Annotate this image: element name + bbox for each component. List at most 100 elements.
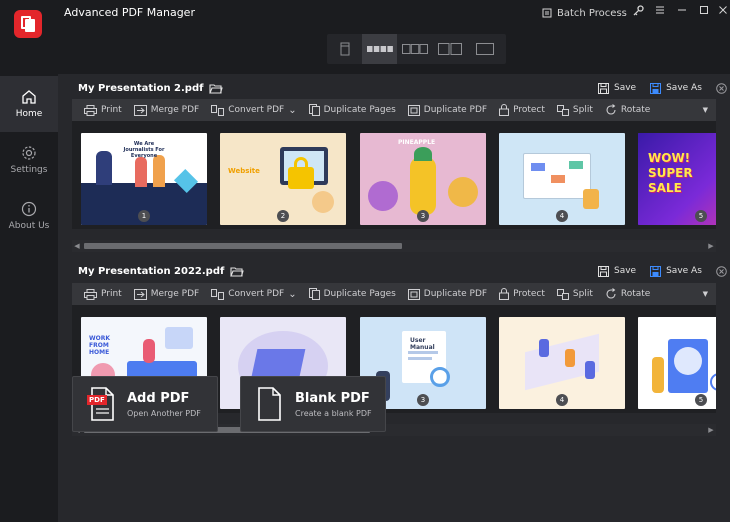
merge-pdf-button[interactable]: Merge PDF	[122, 283, 199, 305]
sidebar-item-settings[interactable]: Settings	[0, 132, 58, 188]
page-thumbnail[interactable]: PINEAPPLE 3	[360, 133, 486, 225]
app-title: Advanced PDF Manager	[64, 6, 195, 19]
view-double-button[interactable]	[432, 34, 467, 64]
save-button[interactable]: Save	[598, 265, 636, 277]
scrollbar-thumb[interactable]	[84, 243, 402, 249]
wide-view-icon	[475, 43, 494, 55]
protect-label: Protect	[513, 289, 545, 299]
pdf-file-icon: PDF	[87, 387, 115, 421]
chevron-down-icon: ⌄	[288, 104, 297, 116]
close-document-icon[interactable]	[716, 82, 727, 94]
close-document-icon[interactable]	[716, 265, 727, 277]
print-label: Print	[101, 289, 122, 299]
page-thumbnail[interactable]: 4	[499, 317, 625, 409]
triple-view-icon	[401, 44, 428, 54]
scroll-right-icon[interactable]: ▶	[706, 424, 716, 436]
merge-pdf-button[interactable]: Merge PDF	[122, 99, 199, 121]
page-thumbnail[interactable]: Website 2	[220, 133, 346, 225]
page-strip: We Are Journalists For Everyone 1 Websit…	[72, 121, 716, 229]
toolbar-more-dropdown[interactable]: ▼	[691, 283, 716, 305]
document-actions: Save Save As	[598, 79, 727, 97]
blank-pdf-button[interactable]: Blank PDF Create a blank PDF	[240, 376, 386, 432]
page-thumbnail[interactable]: 4	[499, 133, 625, 225]
page-strip-scrollbar[interactable]: ◀ ▶	[72, 240, 716, 252]
page-thumbnail[interactable]: WOW! SUPER SALE 5	[638, 133, 716, 225]
info-icon	[21, 201, 37, 217]
view-wide-button[interactable]	[467, 34, 502, 64]
save-as-button[interactable]: Save As	[650, 82, 702, 94]
page-number-badge: 4	[556, 210, 568, 222]
sidebar-item-label: About Us	[8, 221, 50, 231]
split-icon	[556, 104, 569, 116]
rotate-label: Rotate	[620, 289, 651, 299]
split-button[interactable]: Split	[545, 283, 593, 305]
protect-label: Protect	[513, 105, 545, 115]
add-pdf-button[interactable]: PDF Add PDF Open Another PDF	[72, 376, 218, 432]
print-button[interactable]: Print	[72, 283, 122, 305]
document-header: My Presentation 2022.pdf	[78, 262, 245, 280]
duplicate-pdf-button[interactable]: Duplicate PDF	[396, 283, 487, 305]
convert-pdf-dropdown[interactable]: Convert PDF ⌄	[199, 283, 297, 305]
maximize-icon[interactable]	[697, 5, 711, 19]
home-icon	[22, 90, 36, 104]
rotate-icon	[606, 104, 616, 115]
view-single-button[interactable]	[327, 34, 362, 64]
convert-label: Convert PDF	[228, 289, 285, 299]
batch-process-label: Batch Process	[557, 7, 627, 19]
duplicate-pages-button[interactable]: Duplicate Pages	[297, 283, 396, 305]
duplicate-pdf-icon	[407, 288, 420, 300]
close-icon[interactable]	[716, 5, 730, 19]
double-view-icon	[437, 43, 462, 55]
document-actions: Save Save As	[598, 262, 727, 280]
save-button[interactable]: Save	[598, 82, 636, 94]
protect-button[interactable]: Protect	[487, 283, 545, 305]
scroll-right-icon[interactable]: ▶	[706, 240, 716, 252]
duplicate-pdf-button[interactable]: Duplicate PDF	[396, 99, 487, 121]
batch-icon	[542, 8, 552, 18]
save-as-icon	[650, 82, 662, 94]
caret-down-icon: ▼	[702, 106, 708, 114]
page-thumbnail[interactable]: 5	[638, 317, 716, 409]
sidebar-item-home[interactable]: Home	[0, 76, 58, 132]
open-folder-icon[interactable]	[209, 83, 224, 94]
scroll-left-icon[interactable]: ◀	[72, 240, 82, 252]
convert-icon	[211, 288, 225, 300]
page-heading: We Are Journalists For Everyone	[123, 141, 165, 159]
duplicate-pages-label: Duplicate Pages	[323, 289, 396, 299]
save-icon	[598, 82, 609, 94]
blank-file-icon	[255, 387, 283, 421]
add-pdf-subtitle: Open Another PDF	[127, 408, 201, 418]
duplicate-pages-button[interactable]: Duplicate Pages	[297, 99, 396, 121]
view-strip-button[interactable]	[362, 34, 397, 64]
page-thumbnail[interactable]: We Are Journalists For Everyone 1	[81, 133, 207, 225]
protect-button[interactable]: Protect	[487, 99, 545, 121]
split-button[interactable]: Split	[545, 99, 593, 121]
sidebar-item-label: Settings	[10, 165, 48, 175]
rotate-button[interactable]: Rotate	[593, 283, 650, 305]
print-button[interactable]: Print	[72, 99, 122, 121]
document-toolbar: Print Merge PDF Convert PDF ⌄ Duplicate …	[72, 283, 716, 305]
menu-icon[interactable]	[653, 5, 667, 19]
document-header: My Presentation 2.pdf	[78, 79, 224, 97]
toolbar-more-dropdown[interactable]: ▼	[691, 99, 716, 121]
split-icon	[556, 288, 569, 300]
page-heading: User Manual	[410, 337, 435, 351]
add-pdf-title: Add PDF	[127, 390, 190, 406]
view-triple-button[interactable]	[397, 34, 432, 64]
batch-process-button[interactable]: Batch Process	[542, 5, 627, 21]
key-icon[interactable]	[631, 5, 645, 19]
save-as-button[interactable]: Save As	[650, 265, 702, 277]
print-label: Print	[101, 105, 122, 115]
minimize-icon[interactable]	[675, 5, 689, 19]
page-number-badge: 3	[417, 210, 429, 222]
title-bar: Advanced PDF Manager Batch Process	[0, 0, 730, 74]
view-mode-bar	[327, 34, 506, 64]
sidebar-item-label: Home	[15, 109, 43, 119]
open-folder-icon[interactable]	[230, 266, 245, 277]
rotate-button[interactable]: Rotate	[593, 99, 650, 121]
convert-pdf-dropdown[interactable]: Convert PDF ⌄	[199, 99, 297, 121]
sidebar-item-about[interactable]: About Us	[0, 188, 58, 244]
duplicate-pages-icon	[308, 288, 320, 300]
page-number-badge: 5	[695, 210, 707, 222]
strip-view-icon	[366, 46, 393, 52]
